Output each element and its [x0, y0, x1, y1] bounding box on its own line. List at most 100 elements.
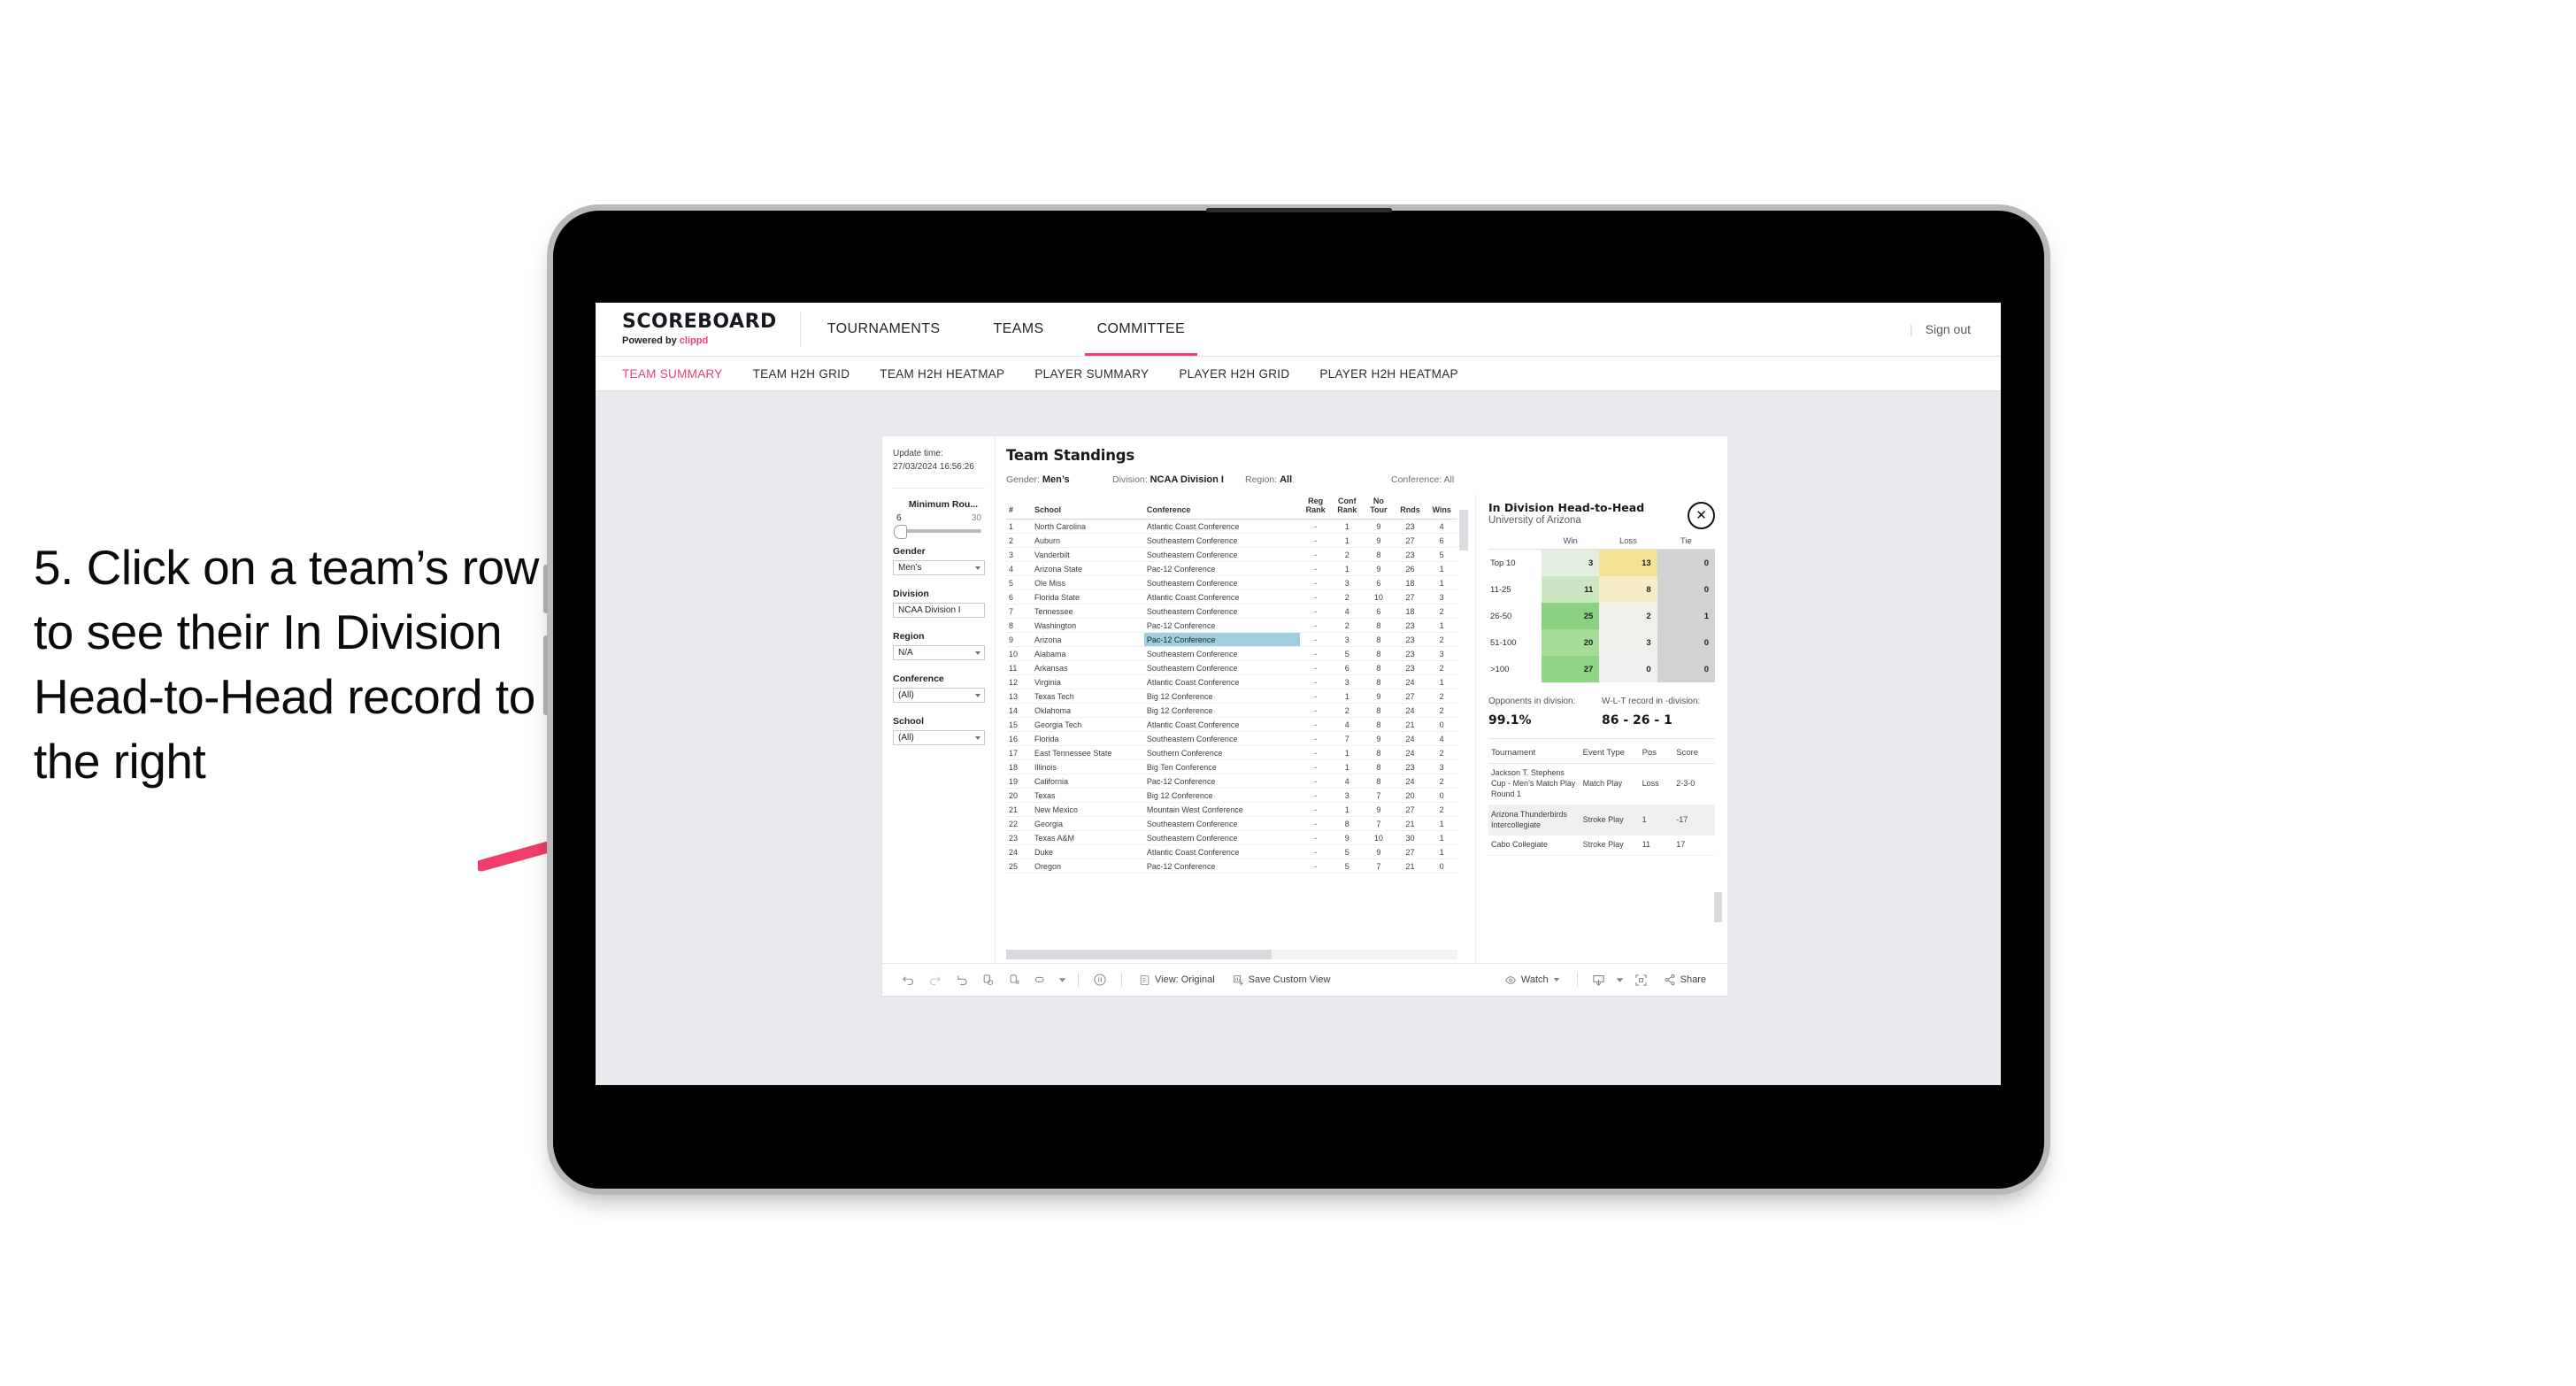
conference-select[interactable]: (All): [893, 688, 985, 703]
table-row[interactable]: 23 Texas A&M Southeastern Conference -9 10 30…: [1006, 830, 1457, 845]
download-icon[interactable]: [1586, 969, 1612, 990]
save-custom-view-button[interactable]: Save Custom View: [1224, 974, 1340, 986]
conf-cell: Southern Conference: [1143, 745, 1300, 760]
table-row[interactable]: 15 Georgia Tech Atlantic Coast Conference -…: [1006, 717, 1457, 732]
table-row[interactable]: 2 Auburn Southeastern Conference -1 9 27 6: [1006, 533, 1457, 548]
wins-cell: 2: [1426, 802, 1457, 817]
table-row[interactable]: 22 Georgia Southeastern Conference -8 7 21 1: [1006, 816, 1457, 831]
conf-rank-cell: 5: [1331, 844, 1364, 859]
nav-item-teams[interactable]: TEAMS: [966, 303, 1070, 356]
table-row[interactable]: 1 North Carolina Atlantic Coast Conference…: [1006, 519, 1457, 534]
table-row[interactable]: 16 Florida Southeastern Conference -7 9 24 4: [1006, 731, 1457, 746]
h2h-subtitle: University of Arizona: [1488, 515, 1581, 526]
table-row[interactable]: 12 Virginia Atlantic Coast Conference -3 8 24…: [1006, 674, 1457, 689]
wins-cell: 6: [1426, 533, 1457, 548]
conf-cell: Pac-12 Conference: [1143, 859, 1300, 874]
table-row[interactable]: 3 Vanderbilt Southeastern Conference -2 8 23 5: [1006, 547, 1457, 562]
pause-data-icon[interactable]: [1001, 969, 1027, 990]
list-item[interactable]: Arizona Thunderbirds Intercollegiate Stro…: [1488, 805, 1715, 836]
list-item[interactable]: Jackson T. Stephens Cup - Men’s Match Pl…: [1488, 763, 1715, 805]
col-rnds[interactable]: Rnds: [1394, 494, 1426, 520]
min-rounds-slider[interactable]: [894, 525, 981, 539]
summary-region: Region: All: [1245, 474, 1293, 485]
share-button[interactable]: Share: [1655, 974, 1715, 986]
table-row[interactable]: 6 Florida State Atlantic Coast Conference -…: [1006, 589, 1457, 604]
close-icon[interactable]: ✕: [1688, 502, 1715, 529]
brand-logo[interactable]: SCOREBOARD Powered by clippd: [596, 303, 800, 356]
table-row[interactable]: 7 Tennessee Southeastern Conference -4 6 18 2: [1006, 604, 1457, 619]
table-row[interactable]: 4 Arizona State Pac-12 Conference -1 9 26 1: [1006, 561, 1457, 576]
tab-player-h2h-heatmap[interactable]: PLAYER H2H HEATMAP: [1319, 367, 1457, 381]
table-row[interactable]: 17 East Tennessee State Southern Conferenc…: [1006, 745, 1457, 760]
table-row[interactable]: 20 Texas Big 12 Conference -3 7 20 0: [1006, 788, 1457, 803]
view-original-button[interactable]: View: Original: [1130, 974, 1224, 986]
main-content: Team Standings Gender: Men’s Division: N…: [996, 436, 1727, 963]
table-row[interactable]: 11 Arkansas Southeastern Conference -6 8 23 2: [1006, 660, 1457, 675]
nav-item-committee[interactable]: COMMITTEE: [1071, 303, 1212, 356]
refresh-data-icon[interactable]: [974, 969, 1001, 990]
watch-button[interactable]: Watch: [1496, 974, 1569, 986]
rank-cell: 15: [1006, 717, 1032, 732]
table-row[interactable]: 13 Texas Tech Big 12 Conference -1 9 27 2: [1006, 689, 1457, 704]
revert-icon[interactable]: [948, 969, 974, 990]
sign-out-link[interactable]: Sign out: [1926, 322, 1971, 336]
table-row[interactable]: 8 Washington Pac-12 Conference -2 8 23 1: [1006, 618, 1457, 633]
table-row[interactable]: 18 Illinois Big Ten Conference -1 8 23 3: [1006, 759, 1457, 774]
reg-rank-cell: -: [1299, 774, 1332, 789]
table-row[interactable]: 9 Arizona Pac-12 Conference -3 8 23 2: [1006, 632, 1457, 647]
table-row[interactable]: 19 California Pac-12 Conference -4 8 24 2: [1006, 774, 1457, 789]
list-item[interactable]: Cabo Collegiate Stroke Play 11 17: [1488, 835, 1715, 857]
gender-select[interactable]: Men’s: [893, 560, 985, 575]
col-no-tour[interactable]: No Tour: [1363, 494, 1395, 520]
tab-team-summary[interactable]: TEAM SUMMARY: [622, 367, 723, 381]
conf-rank-cell: 2: [1331, 547, 1364, 562]
front-camera: [1205, 208, 1392, 212]
tab-player-h2h-grid[interactable]: PLAYER H2H GRID: [1179, 367, 1289, 381]
tournament-body: Jackson T. Stephens Cup - Men’s Match Pl…: [1488, 763, 1715, 857]
reg-rank-cell: -: [1299, 575, 1332, 590]
highlight-icon[interactable]: [1027, 969, 1054, 990]
highlight-dropdown-icon[interactable]: [1054, 969, 1070, 990]
division-value: NCAA Division I: [898, 605, 961, 615]
table-row[interactable]: 21 New Mexico Mountain West Conference -1 9 2…: [1006, 802, 1457, 817]
col-score[interactable]: Score: [1673, 744, 1715, 764]
school-cell: Duke: [1031, 844, 1144, 859]
tab-team-h2h-heatmap[interactable]: TEAM H2H HEATMAP: [880, 367, 1004, 381]
table-row[interactable]: 24 Duke Atlantic Coast Conference -5 9 27 1: [1006, 844, 1457, 859]
slider-handle[interactable]: [894, 525, 907, 539]
col-school[interactable]: School: [1031, 494, 1144, 520]
wins-cell: 1: [1426, 561, 1457, 576]
col-event-type[interactable]: Event Type: [1580, 744, 1640, 764]
nav-item-tournaments[interactable]: TOURNAMENTS: [801, 303, 967, 356]
col-tournament[interactable]: Tournament: [1488, 744, 1580, 764]
col-reg-rank[interactable]: Reg Rank: [1299, 494, 1332, 520]
pause-updates-icon[interactable]: [1087, 969, 1113, 990]
division-select[interactable]: NCAA Division I: [893, 603, 985, 618]
wins-cell: 2: [1426, 604, 1457, 619]
tab-player-summary[interactable]: PLAYER SUMMARY: [1034, 367, 1149, 381]
school-cell: Texas A&M: [1031, 830, 1144, 845]
table-row[interactable]: 25 Oregon Pac-12 Conference -5 7 21 0: [1006, 859, 1457, 874]
col-conference[interactable]: Conference: [1143, 494, 1300, 520]
rank-cell: 8: [1006, 618, 1032, 633]
conf-rank-cell: 1: [1331, 689, 1364, 704]
tab-team-h2h-grid[interactable]: TEAM H2H GRID: [753, 367, 850, 381]
redo-icon[interactable]: [921, 969, 948, 990]
school-select[interactable]: (All): [893, 730, 985, 745]
opponents-label: Opponents in division:: [1488, 697, 1576, 706]
fullscreen-icon[interactable]: [1628, 969, 1655, 990]
tournament-scrollbar[interactable]: [1714, 892, 1722, 922]
col-pos[interactable]: Pos: [1639, 744, 1674, 764]
col-wins[interactable]: Wins: [1426, 494, 1457, 520]
table-row[interactable]: 10 Alabama Southeastern Conference -5 8 23 3: [1006, 646, 1457, 661]
col-rank[interactable]: #: [1006, 494, 1032, 520]
table-vertical-scrollbar[interactable]: [1459, 510, 1468, 551]
table-row[interactable]: 14 Oklahoma Big 12 Conference -2 8 24 2: [1006, 703, 1457, 718]
table-row[interactable]: 5 Ole Miss Southeastern Conference -3 6 18 1: [1006, 575, 1457, 590]
download-dropdown-icon[interactable]: [1612, 969, 1628, 990]
table-horizontal-scrollbar[interactable]: [1006, 950, 1272, 959]
col-conf-rank[interactable]: Conf Rank: [1331, 494, 1364, 520]
no-tour-cell: 8: [1363, 717, 1395, 732]
undo-icon[interactable]: [895, 969, 921, 990]
region-select[interactable]: N/A: [893, 645, 985, 660]
